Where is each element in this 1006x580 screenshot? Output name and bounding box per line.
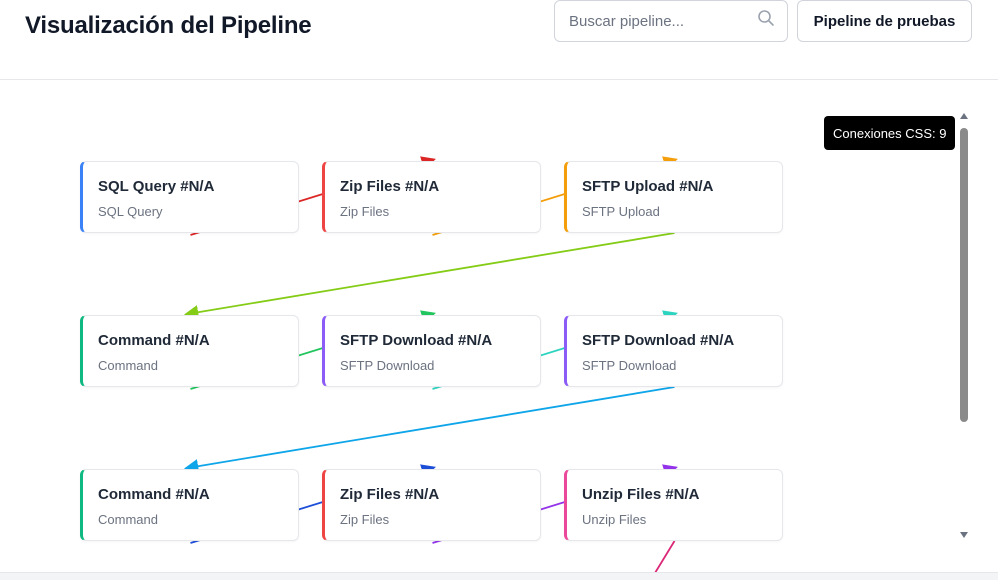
connection-line [183, 386, 675, 474]
search-input[interactable] [555, 1, 769, 41]
node-subtitle: Command [98, 512, 158, 527]
search-box[interactable] [554, 0, 788, 42]
search-icon[interactable] [757, 9, 775, 27]
node-subtitle: Zip Files [340, 204, 390, 219]
node-title: Zip Files #N/A [340, 178, 440, 195]
pipeline-node[interactable]: SFTP Upload #N/A SFTP Upload [564, 161, 783, 233]
node-subtitle: Unzip Files [582, 512, 647, 527]
node-subtitle: SFTP Upload [582, 204, 660, 219]
connection-line [183, 232, 675, 320]
node-title: SFTP Download #N/A [582, 332, 735, 349]
pipeline-node[interactable]: SFTP Download #N/A SFTP Download [564, 315, 783, 387]
node-title: SQL Query #N/A [98, 178, 215, 195]
scroll-up-arrow-icon[interactable] [960, 113, 968, 119]
pipeline-node[interactable]: SQL Query #N/A SQL Query [80, 161, 299, 233]
test-pipeline-button[interactable]: Pipeline de pruebas [797, 0, 972, 42]
pipeline-canvas[interactable]: SQL Query #N/A SQL Query Zip Files #N/A Zip… [0, 80, 998, 573]
node-title: SFTP Download #N/A [340, 332, 493, 349]
pipeline-node[interactable]: Unzip Files #N/A Unzip Files [564, 469, 783, 541]
pipeline-node[interactable]: Zip Files #N/A Zip Files [322, 469, 541, 541]
pipeline-node[interactable]: Command #N/A Command [80, 315, 299, 387]
pipeline-node[interactable]: Zip Files #N/A Zip Files [322, 161, 541, 233]
page-title: Visualización del Pipeline [25, 12, 312, 39]
window-edge [998, 0, 1006, 580]
node-title: Command #N/A [98, 486, 210, 503]
node-subtitle: Command [98, 358, 158, 373]
connection-line [654, 540, 676, 572]
node-subtitle: SQL Query [98, 204, 163, 219]
node-title: Unzip Files #N/A [582, 486, 700, 503]
connections-tooltip: Conexiones CSS: 9 [824, 116, 956, 150]
header: Visualización del Pipeline Pipeline de p… [0, 0, 998, 80]
scroll-down-arrow-icon[interactable] [960, 532, 968, 538]
node-subtitle: Zip Files [340, 512, 390, 527]
node-subtitle: SFTP Download [582, 358, 677, 373]
vertical-scrollbar[interactable] [958, 110, 970, 542]
pipeline-node[interactable]: Command #N/A Command [80, 469, 299, 541]
node-title: Zip Files #N/A [340, 486, 440, 503]
scroll-thumb[interactable] [960, 128, 968, 422]
node-title: SFTP Upload #N/A [582, 178, 714, 195]
node-title: Command #N/A [98, 332, 210, 349]
pipeline-node[interactable]: SFTP Download #N/A SFTP Download [322, 315, 541, 387]
node-subtitle: SFTP Download [340, 358, 435, 373]
